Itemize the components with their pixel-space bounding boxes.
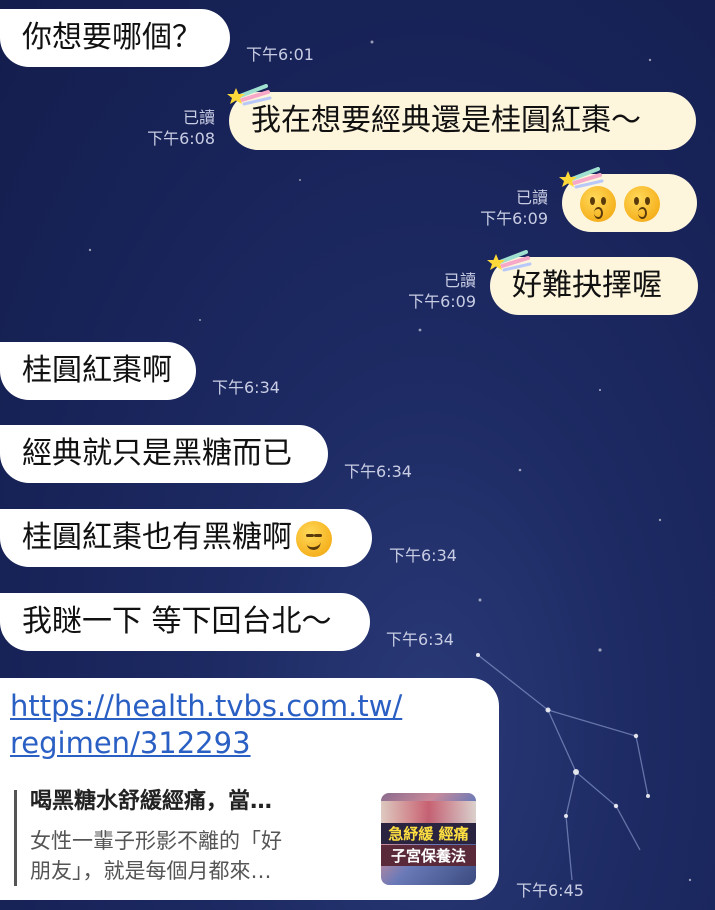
- message-timestamp: 下午6:09: [480, 209, 548, 228]
- shooting-star-icon: [227, 84, 272, 106]
- thumbnail-caption: 急紓緩 經痛: [381, 823, 476, 844]
- read-label: 已讀: [515, 188, 548, 207]
- message-text: 你想要哪個？: [22, 20, 202, 55]
- message-text: 我瞇一下 等下回台北～: [22, 604, 332, 639]
- read-status: 已讀 下午6:09: [381, 270, 476, 312]
- message-text: 桂圓紅棗也有黑糖啊: [22, 520, 292, 555]
- thumbnail-caption: 子宮保養法: [381, 845, 476, 866]
- message-timestamp: 下午6:34: [389, 546, 457, 565]
- smirking-face-icon: [296, 520, 332, 557]
- message-bubble[interactable]: 我瞇一下 等下回台北～: [0, 593, 370, 651]
- kissing-face-icon: [624, 185, 660, 222]
- message-text: 我在想要經典還是桂圓紅棗～: [251, 103, 641, 138]
- message-timestamp: 下午6:34: [212, 378, 280, 397]
- message-text: 經典就只是黑糖而已: [22, 436, 292, 471]
- link-preview-thumbnail[interactable]: 急紓緩 經痛 子宮保養法: [381, 793, 476, 885]
- message-bubble[interactable]: 我在想要經典還是桂圓紅棗～: [229, 92, 696, 150]
- message-text: 桂圓紅棗啊: [22, 353, 172, 388]
- message-link[interactable]: https://health.tvbs.com.tw/ regimen/3122…: [10, 688, 402, 762]
- message-timestamp: 下午6:34: [386, 630, 454, 649]
- link-preview-title[interactable]: 喝黑糖水舒緩經痛，當…: [30, 786, 272, 818]
- link-url-line: https://health.tvbs.com.tw/: [10, 689, 403, 723]
- message-text: 好難抉擇喔: [512, 268, 662, 303]
- read-status: 已讀 下午6:08: [120, 107, 215, 149]
- message-timestamp: 下午6:09: [408, 292, 476, 311]
- message-timestamp: 下午6:08: [147, 129, 215, 148]
- link-url-line: regimen/312293: [10, 726, 251, 760]
- shooting-star-icon: [559, 167, 604, 189]
- read-label: 已讀: [182, 108, 215, 127]
- link-preview-description: 女性一輩子形影不離的「好 朋友」，就是每個月都來…: [30, 826, 282, 886]
- preview-desc-line: 女性一輩子形影不離的「好: [30, 829, 282, 853]
- read-status: 已讀 下午6:09: [453, 187, 548, 229]
- message-timestamp: 下午6:45: [516, 881, 584, 900]
- message-bubble[interactable]: 經典就只是黑糖而已: [0, 425, 328, 483]
- preview-desc-line: 朋友」，就是每個月都來…: [30, 859, 272, 883]
- read-label: 已讀: [443, 271, 476, 290]
- preview-divider: [14, 790, 17, 886]
- message-bubble[interactable]: 你想要哪個？: [0, 9, 230, 67]
- thumbnail-band: [381, 801, 476, 823]
- message-bubble[interactable]: 桂圓紅棗啊: [0, 342, 196, 400]
- shooting-star-icon: [487, 250, 532, 272]
- message-timestamp: 下午6:01: [246, 45, 314, 64]
- message-timestamp: 下午6:34: [344, 462, 412, 481]
- message-bubble[interactable]: 桂圓紅棗也有黑糖啊: [0, 509, 372, 567]
